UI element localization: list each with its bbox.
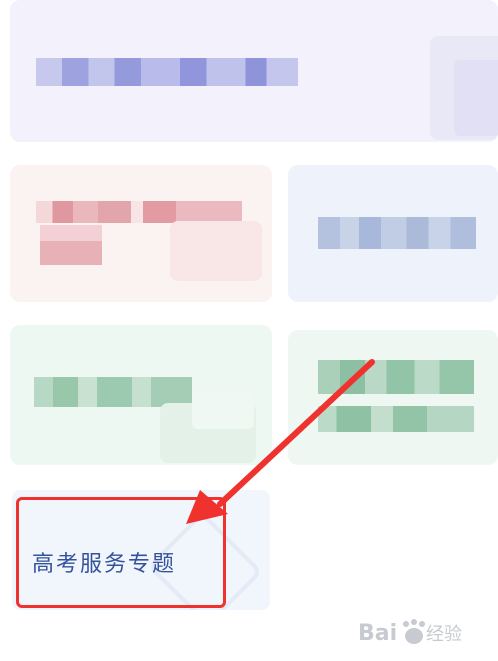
svg-text:Bai: Bai	[358, 621, 397, 646]
blurred-text	[318, 217, 476, 249]
blurred-decoration	[170, 221, 262, 281]
green-card[interactable]	[10, 325, 272, 465]
banner-thumbnail-inner	[454, 60, 498, 136]
baidu-logo-icon: Bai 经验	[358, 619, 462, 646]
blurred-text	[318, 360, 474, 394]
pink-card[interactable]	[10, 165, 272, 302]
baidu-jingyan-watermark: Bai 经验	[356, 612, 486, 652]
blurred-text	[318, 406, 474, 432]
blue-card[interactable]	[288, 165, 498, 302]
blurred-decoration	[192, 391, 254, 429]
green-card-2[interactable]	[288, 330, 498, 465]
blurred-text	[36, 58, 298, 86]
highlight-box	[16, 497, 226, 608]
svg-text:经验: 经验	[426, 624, 462, 645]
banner-card[interactable]	[10, 0, 498, 142]
blurred-text	[36, 201, 242, 223]
blurred-text	[40, 225, 102, 265]
